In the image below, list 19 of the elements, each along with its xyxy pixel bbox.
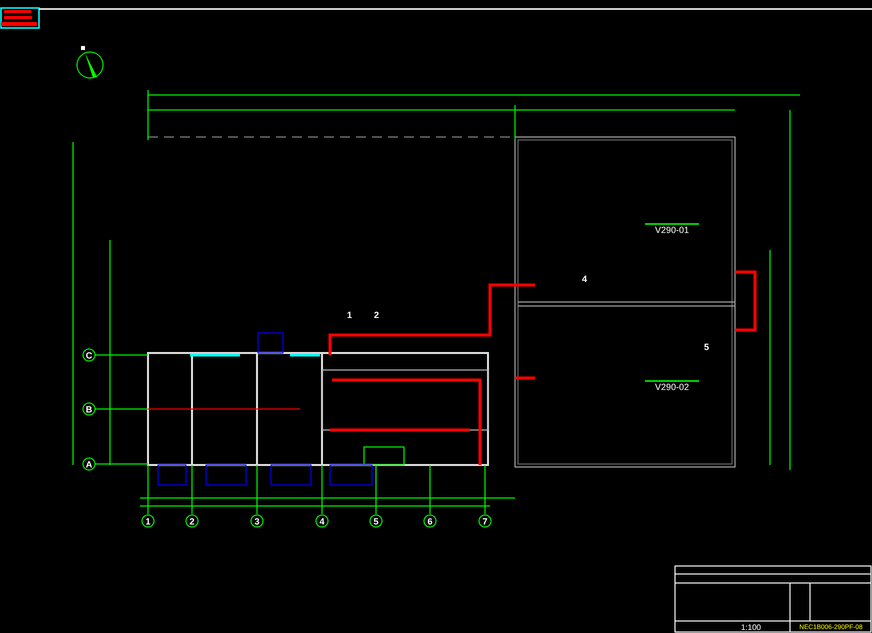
grid-column-label: 4 [316, 514, 328, 528]
grid-column-label: 2 [186, 514, 198, 528]
section-mark: 4 [582, 274, 588, 284]
grid-row-label: A [82, 458, 96, 470]
grid-column-label: 1 [142, 514, 154, 528]
grid-column-label: 5 [370, 514, 382, 528]
area-label: V290-01 [654, 225, 690, 235]
grid-column-label: 6 [424, 514, 436, 528]
grid-row-label: B [82, 402, 96, 416]
section-mark: 2 [374, 310, 380, 320]
north-arrow-icon [76, 46, 104, 78]
grid-column-label: 3 [250, 514, 264, 528]
area-label: V290-02 [654, 382, 690, 392]
grid-column-label: 7 [478, 514, 492, 528]
section-mark: 5 [704, 342, 710, 352]
grid-row-label: C [82, 348, 96, 362]
scale-text: 1:100 [740, 623, 762, 632]
section-mark: 1 [347, 310, 352, 320]
layer-legend-icon [0, 7, 40, 29]
